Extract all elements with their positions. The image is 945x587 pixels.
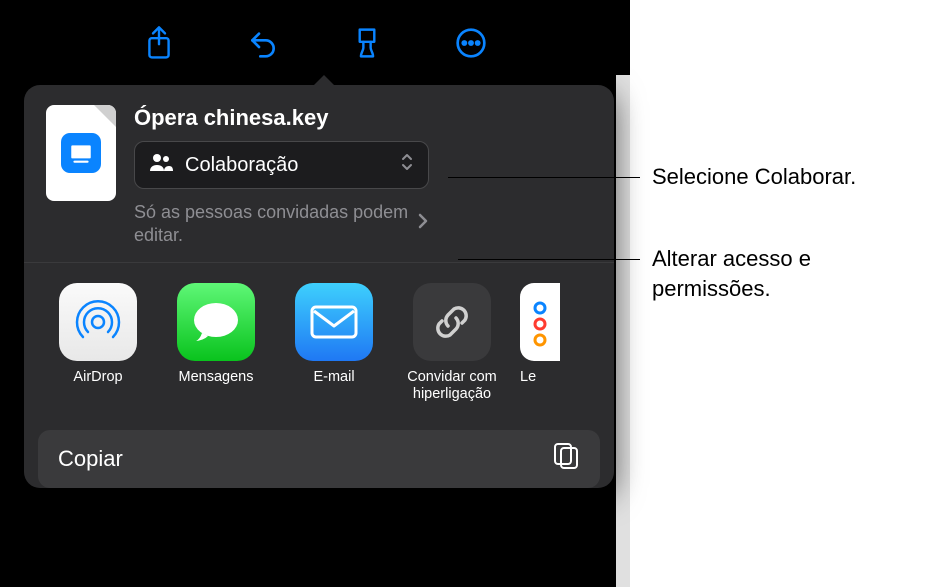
share-target-label: AirDrop xyxy=(48,369,148,386)
callout-line xyxy=(458,259,640,260)
permissions-summary: Só as pessoas convidadas podem editar. xyxy=(134,201,417,246)
share-target-reminders[interactable]: Le xyxy=(520,283,566,404)
mail-icon xyxy=(295,283,373,361)
canvas-edge xyxy=(616,75,630,587)
share-sheet-header: Ópera chinesa.key Colaboração xyxy=(24,85,614,262)
actions-section: Copiar xyxy=(24,408,614,488)
chevron-right-icon xyxy=(417,212,429,236)
share-target-label: Convidar com hiperligação xyxy=(402,369,502,404)
copy-action-label: Copiar xyxy=(58,446,123,472)
share-target-label: E-mail xyxy=(284,369,384,386)
share-sheet: Ópera chinesa.key Colaboração xyxy=(24,85,614,488)
undo-icon[interactable] xyxy=(241,21,285,65)
format-brush-icon[interactable] xyxy=(345,21,389,65)
callout-select-collaborate: Selecione Colaborar. xyxy=(652,162,856,192)
link-icon xyxy=(413,283,491,361)
share-target-messages[interactable]: Mensagens xyxy=(166,283,266,404)
share-target-label: Mensagens xyxy=(166,369,266,386)
top-toolbar xyxy=(0,0,630,75)
airdrop-icon xyxy=(59,283,137,361)
updown-caret-icon xyxy=(400,152,414,178)
document-thumbnail xyxy=(46,105,116,201)
callout-line xyxy=(448,177,640,178)
share-target-label: Le xyxy=(520,369,566,386)
callout-change-access: Alterar acesso e permissões. xyxy=(652,244,892,303)
share-mode-label: Colaboração xyxy=(185,154,298,177)
app-window: Ópera chinesa.key Colaboração xyxy=(0,0,630,587)
share-target-invite-link[interactable]: Convidar com hiperligação xyxy=(402,283,502,404)
share-target-mail[interactable]: E-mail xyxy=(284,283,384,404)
callout-annotations: Selecione Colaborar. Alterar acesso e pe… xyxy=(630,0,945,587)
share-mode-dropdown[interactable]: Colaboração xyxy=(134,141,429,189)
messages-icon xyxy=(177,283,255,361)
more-icon[interactable] xyxy=(449,21,493,65)
share-icon[interactable] xyxy=(137,21,181,65)
copy-action[interactable]: Copiar xyxy=(38,430,600,488)
share-target-airdrop[interactable]: AirDrop xyxy=(48,283,148,404)
permissions-row[interactable]: Só as pessoas convidadas podem editar. xyxy=(134,201,429,246)
document-filename: Ópera chinesa.key xyxy=(134,105,592,131)
reminders-icon xyxy=(520,283,560,361)
people-icon xyxy=(149,152,173,178)
copy-icon xyxy=(552,441,580,477)
share-targets-row[interactable]: AirDrop Mensagens E-mail xyxy=(24,263,614,408)
